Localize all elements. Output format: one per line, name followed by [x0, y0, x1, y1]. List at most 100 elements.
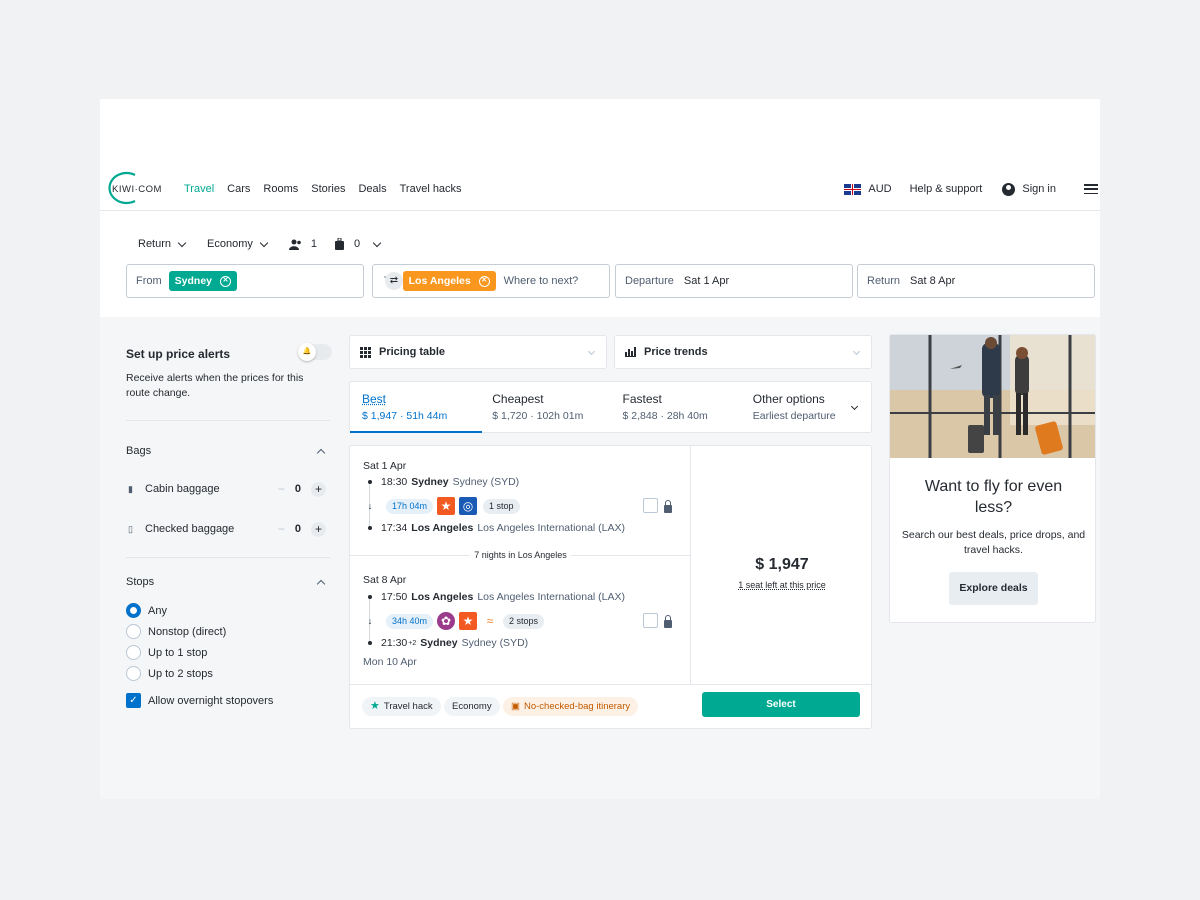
radio[interactable]: [126, 645, 141, 660]
chevron-down-icon: [372, 238, 382, 247]
return-label: Return: [867, 275, 901, 287]
minus-icon[interactable]: −: [278, 482, 285, 496]
kiwi-logo[interactable]: KIWI·COM: [105, 171, 167, 205]
cabin-baggage-value: 0: [294, 483, 301, 495]
currency-selector[interactable]: AUD: [868, 183, 891, 195]
chevron-down-icon: [852, 347, 861, 356]
return-field[interactable]: Return Sat 8 Apr: [857, 264, 1095, 298]
cabin-baggage-label: Cabin baggage: [145, 483, 220, 495]
price-alerts-toggle[interactable]: 🔔: [298, 343, 332, 361]
search-options: Return Economy 1 0: [138, 238, 402, 250]
bar-chart-icon: [625, 346, 636, 357]
city: Sydney: [420, 637, 458, 649]
stops-option-label: Up to 1 stop: [148, 646, 208, 659]
tab-best[interactable]: Best $ 1,947 · 51h 44m: [350, 382, 483, 433]
nav-link-travel[interactable]: Travel: [184, 183, 214, 195]
price-alerts-section: Set up price alerts 🔔 Receive alerts whe…: [126, 334, 332, 420]
pricing-table-dropdown[interactable]: Pricing table: [349, 335, 607, 369]
checked-baggage-row: ▯ Checked baggage − 0 +: [126, 521, 330, 537]
passengers-select[interactable]: 1: [288, 238, 317, 250]
bell-icon: 🔔: [298, 343, 316, 361]
remove-icon[interactable]: ✕: [220, 275, 232, 287]
tab-cheapest[interactable]: Cheapest $ 1,720 · 102h 01m: [480, 382, 610, 432]
price-trends-dropdown[interactable]: Price trends: [614, 335, 872, 369]
day-offset: +2: [408, 639, 417, 647]
tab-subtitle: $ 2,848 · 28h 40m: [622, 410, 708, 422]
stops-option-label: Up to 2 stops: [148, 667, 213, 680]
arrow-down-icon: ↓: [367, 616, 373, 626]
stops-pill: 1 stop: [483, 498, 520, 514]
remove-icon[interactable]: ✕: [478, 275, 490, 287]
nav-link-cars[interactable]: Cars: [227, 183, 250, 195]
from-chip[interactable]: Sydney ✕: [168, 271, 238, 291]
bags-count: 0: [354, 238, 361, 250]
to-placeholder: Where to next?: [503, 275, 579, 287]
lock-icon: [664, 615, 672, 628]
minus-icon[interactable]: −: [278, 522, 285, 536]
select-checkbox[interactable]: [643, 613, 658, 628]
radio[interactable]: [126, 624, 141, 639]
stops-option-label: Any: [148, 604, 167, 617]
time: 17:50: [381, 591, 408, 603]
return-value: Sat 8 Apr: [910, 275, 956, 287]
to-field[interactable]: To Los Angeles ✕ Where to next?: [372, 264, 610, 298]
arrow-down-icon: ↓: [367, 501, 373, 511]
badge-label: Travel hack: [383, 701, 433, 712]
lock-icon: [664, 500, 672, 513]
overnight-stopovers-checkbox[interactable]: ✓ Allow overnight stopovers: [126, 690, 330, 711]
return-arrival: 21:30 +2 Sydney Sydney (SYD): [363, 637, 528, 649]
bags-select[interactable]: 0: [335, 238, 382, 250]
city: Los Angeles: [411, 591, 474, 603]
checkbox-checked[interactable]: ✓: [126, 693, 141, 708]
radio[interactable]: [126, 666, 141, 681]
stops-option-nonstop[interactable]: Nonstop (direct): [126, 621, 330, 642]
swap-icon[interactable]: ⇄: [385, 272, 403, 290]
dot-icon: [368, 641, 372, 645]
tab-subtitle: $ 1,947 · 51h 44m: [362, 410, 448, 422]
stops-option-1-stop[interactable]: Up to 1 stop: [126, 642, 330, 663]
plus-icon[interactable]: +: [311, 481, 326, 497]
result-card[interactable]: Sat 1 Apr 18:30 Sydney Sydney (SYD) ↓ 17…: [349, 445, 872, 729]
grid-icon: [360, 346, 371, 358]
travel-hack-badge[interactable]: ★ Travel hack: [362, 697, 441, 716]
radio-selected[interactable]: [126, 603, 141, 618]
nav-link-travel-hacks[interactable]: Travel hacks: [400, 183, 462, 195]
stops-option-2-stops[interactable]: Up to 2 stops: [126, 663, 330, 684]
top-nav: KIWI·COM Travel Cars Rooms Stories Deals…: [100, 167, 1100, 211]
bags-header[interactable]: Bags: [126, 445, 330, 457]
airport: Los Angeles International (LAX): [477, 522, 626, 534]
tab-other-options[interactable]: Other options Earliest departure: [741, 382, 871, 432]
passengers-icon: [288, 239, 301, 250]
to-chip[interactable]: Los Angeles ✕: [402, 271, 496, 291]
nav-link-deals[interactable]: Deals: [358, 183, 386, 195]
stops-header[interactable]: Stops: [126, 576, 330, 588]
airport: Los Angeles International (LAX): [477, 591, 626, 603]
cabin-class-select[interactable]: Economy: [207, 238, 269, 250]
stops-option-any[interactable]: Any: [126, 600, 330, 621]
tab-subtitle: $ 1,720 · 102h 01m: [492, 410, 584, 422]
checked-bag-icon: ▯: [128, 523, 133, 534]
departure-field[interactable]: Departure Sat 1 Apr: [615, 264, 853, 298]
no-checked-bag-badge[interactable]: ▣ No-checked-bag itinerary: [503, 697, 639, 716]
price-trends-label: Price trends: [644, 346, 708, 358]
plus-icon[interactable]: +: [311, 521, 326, 537]
checked-baggage-value: 0: [294, 523, 301, 535]
help-support-link[interactable]: Help & support: [910, 183, 983, 195]
sort-tabs: Best $ 1,947 · 51h 44m Cheapest $ 1,720 …: [349, 381, 872, 433]
tab-subtitle: Earliest departure: [752, 410, 836, 422]
sign-in-button[interactable]: Sign in: [1002, 182, 1056, 196]
outbound-date: Sat 1 Apr: [363, 460, 407, 472]
nav-link-stories[interactable]: Stories: [311, 183, 345, 195]
return-date: Sat 8 Apr: [363, 574, 407, 586]
nights-label: 7 nights in Los Angeles: [470, 550, 571, 560]
select-checkbox[interactable]: [643, 498, 658, 513]
jetstar-logo-icon: ★: [437, 497, 456, 515]
trip-type-select[interactable]: Return: [138, 238, 187, 250]
menu-icon[interactable]: [1084, 184, 1098, 194]
from-field[interactable]: From Sydney ✕: [126, 264, 364, 298]
explore-deals-button[interactable]: Explore deals: [949, 572, 1038, 605]
tab-fastest[interactable]: Fastest $ 2,848 · 28h 40m: [611, 382, 741, 432]
bag-icon: ▣: [511, 701, 520, 712]
airline-logo-icon: ≈: [481, 612, 500, 630]
nav-link-rooms[interactable]: Rooms: [263, 183, 298, 195]
